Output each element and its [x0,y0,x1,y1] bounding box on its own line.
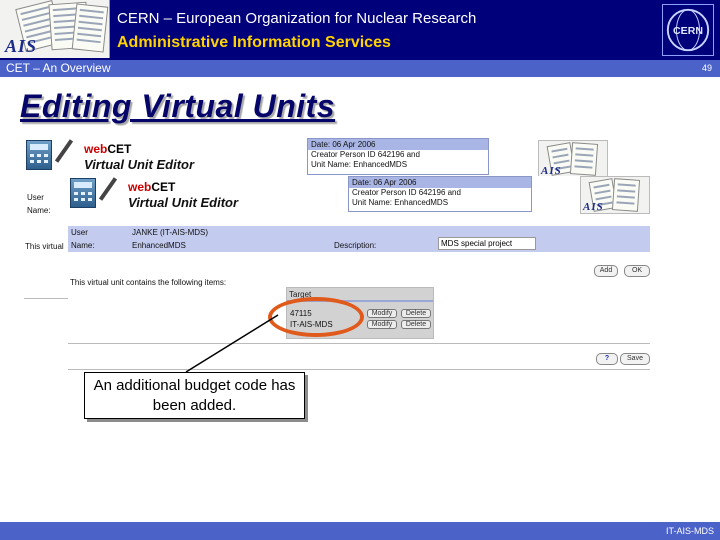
save-button[interactable]: Save [620,353,650,365]
footer-text: IT-AIS-MDS [665,526,714,536]
ais-logo-text: AIS [5,36,38,56]
ais-logo-small: AIS [538,140,608,178]
left-fragment-user: User [27,193,44,202]
calculator-icon [70,178,96,208]
modify-button[interactable]: Modify [367,309,397,318]
ok-button[interactable]: OK [624,265,650,277]
divider [24,298,68,299]
screenshot-back: webCET Virtual Unit Editor Date: 06 Apr … [22,136,654,178]
editor-subtitle: Virtual Unit Editor [84,157,195,172]
info-box: Date: 06 Apr 2006 Creator Person ID 6421… [307,138,489,175]
info-date: Date: 06 Apr 2006 [308,139,488,150]
webcet-logo: webCET [128,180,176,194]
cern-logo: CERN [662,4,714,56]
divider [68,369,650,370]
add-button[interactable]: Add [594,265,618,277]
header-bar: AIS CERN – European Organization for Nuc… [0,0,720,60]
info-creator: Creator Person ID 642196 and [311,150,420,159]
description-input[interactable]: MDS special project [438,237,536,250]
info-box: Date: 06 Apr 2006 Creator Person ID 6421… [348,176,532,212]
user-value: JANKE (IT-AIS-MDS) [132,228,209,237]
slide-title: Editing Virtual Units [20,88,336,124]
user-name-row: User JANKE (IT-AIS-MDS) Name: EnhancedMD… [68,226,650,252]
left-fragment-text: This virtual [25,242,64,251]
ais-logo-small: AIS [580,176,650,214]
name-value: EnhancedMDS [132,241,186,250]
service-name: Administrative Information Services [117,34,391,51]
webcet-logo: webCET [84,142,132,156]
contains-text: This virtual unit contains the following… [70,278,227,287]
help-button[interactable]: ? [596,353,618,365]
info-unit: Unit Name: EnhancedMDS [311,160,408,169]
cern-logo-text: CERN [673,25,703,37]
pen-icon [54,139,74,163]
callout-box: An additional budget code has been added… [84,372,305,419]
modify-button[interactable]: Modify [367,320,397,329]
highlight-oval [268,297,364,337]
description-label: Description: [334,241,377,250]
editor-subtitle: Virtual Unit Editor [128,195,239,210]
delete-button[interactable]: Delete [401,320,431,329]
slide-number: 49 [701,63,712,73]
info-unit: Unit Name: EnhancedMDS [352,198,449,207]
ais-logo: AIS [0,0,110,58]
presentation-title: CET – An Overview [6,61,111,75]
name-label: Name: [71,241,95,250]
calculator-icon [26,140,52,170]
left-fragment-name: Name: [27,206,51,215]
user-label: User [71,228,88,237]
organization-name: CERN – European Organization for Nuclear… [117,10,477,27]
footer-bar: IT-AIS-MDS [0,522,720,540]
pen-icon [98,177,118,201]
delete-button[interactable]: Delete [401,309,431,318]
divider [68,343,650,344]
info-creator: Creator Person ID 642196 and [352,188,461,197]
subheader-bar: CET – An Overview 49 [0,60,720,77]
info-date: Date: 06 Apr 2006 [349,177,531,188]
screenshot-front-header: webCET Virtual Unit Editor Date: 06 Apr … [66,176,654,214]
